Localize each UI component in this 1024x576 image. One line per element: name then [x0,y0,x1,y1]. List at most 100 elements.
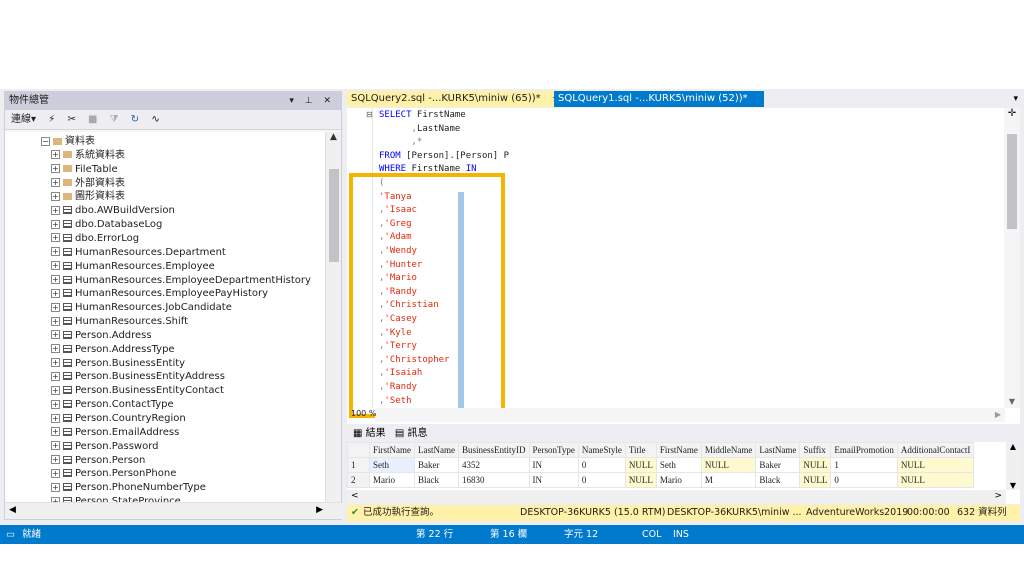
tree-node[interactable]: + Person.BusinessEntityAddress [51,370,225,384]
scroll-right-icon[interactable]: ▶ [995,410,1001,419]
grid-cell[interactable]: 1 [830,457,898,473]
column-header[interactable]: EmailPromotion [830,442,898,458]
scroll-down-icon[interactable]: ▼ [1006,481,1020,490]
expand-icon[interactable]: + [51,150,60,160]
expand-icon[interactable]: + [51,164,60,174]
scroll-right-icon[interactable]: > [994,491,1002,501]
expand-icon[interactable]: + [51,330,60,340]
grid-cell[interactable]: Mario [655,472,702,488]
collapse-icon[interactable]: − [41,136,50,146]
tab-sqlquery1[interactable]: SQLQuery1.sql -...KURK5\miniw (52))* [554,91,764,107]
tree-node[interactable]: + HumanResources.Department [51,246,226,260]
grid-cell[interactable]: Black [755,472,801,488]
column-header[interactable]: AdditionalContactI [896,442,975,458]
grid-cell[interactable]: NULL [799,472,832,488]
column-header[interactable]: BusinessEntityID [457,442,530,458]
tree-node[interactable]: + dbo.AWBuildVersion [51,204,175,218]
tree-node[interactable]: + Person.AddressType [51,343,175,357]
table-row[interactable]: 1 Seth Baker 4352 IN 0 NULL Seth NULL Baker NULL 1 N… [347,457,975,473]
expand-icon[interactable]: + [51,371,60,381]
stop-icon[interactable]: ■ [88,114,97,125]
scroll-up-icon[interactable]: ▲ [1006,442,1020,451]
tree-node[interactable]: + HumanResources.Employee [51,260,215,274]
expand-icon[interactable]: + [51,358,60,368]
expand-icon[interactable]: + [51,247,60,257]
expand-icon[interactable]: + [51,219,60,229]
grid-vertical-scrollbar[interactable]: ▲ ▼ [1006,442,1020,490]
expand-icon[interactable]: + [51,413,60,423]
column-header[interactable]: Suffix [799,442,832,458]
scroll-down-icon[interactable]: ▼ [1004,397,1020,406]
scroll-thumb[interactable] [329,169,339,262]
tree-node[interactable]: + dbo.ErrorLog [51,232,139,246]
code-line[interactable]: FROM [Person].[Person] P [379,150,509,164]
expand-icon[interactable]: + [51,455,60,465]
grid-cell[interactable]: Mario [369,472,415,488]
grid-cell[interactable]: Seth [655,457,702,473]
scroll-thumb[interactable] [1007,134,1017,229]
tree-node[interactable]: + HumanResources.JobCandidate [51,301,232,315]
grid-cell[interactable]: NULL [624,472,657,488]
grid-cell[interactable]: NULL [896,472,975,488]
column-header[interactable]: LastName [414,442,459,458]
grid-cell[interactable]: M [700,472,757,488]
zoom-level[interactable]: 100 % [351,409,376,418]
results-grid[interactable]: FirstName LastName BusinessEntityID PersonT… [347,442,1020,504]
object-explorer-horizontal-scrollbar[interactable]: ◀ ▶ [5,502,343,519]
expand-icon[interactable]: + [51,302,60,312]
scroll-left-icon[interactable]: ◀ [9,505,16,515]
tree-node[interactable]: + HumanResources.EmployeeDepartmentHistor… [51,274,311,288]
column-header[interactable]: LastName [755,442,801,458]
code-line[interactable]: SELECT FirstName [379,109,466,123]
tree-node[interactable]: + Person.BusinessEntityContact [51,384,224,398]
refresh-icon[interactable]: ↻ [131,114,139,125]
expand-icon[interactable]: + [51,288,60,298]
expand-icon[interactable]: + [51,468,60,478]
row-number[interactable]: 1 [347,457,370,473]
tree-node[interactable]: + Person.CountryRegion [51,412,186,426]
column-header[interactable]: Title [624,442,657,458]
expand-icon[interactable]: + [51,344,60,354]
tab-overflow-icon[interactable]: ▾ [1013,91,1018,107]
column-header[interactable]: FirstName [655,442,702,458]
tree-node[interactable]: + 圖形資料表 [51,190,125,204]
activity-icon[interactable]: ∿ [151,114,159,125]
grid-cell[interactable]: Black [414,472,459,488]
grid-cell[interactable]: 16830 [457,472,530,488]
column-header[interactable]: FirstName [369,442,415,458]
filter-icon[interactable]: ⧩ [110,114,119,125]
expand-icon[interactable]: + [51,261,60,271]
tree-node[interactable]: + HumanResources.Shift [51,315,188,329]
expand-icon[interactable]: + [51,482,60,492]
expand-icon[interactable]: + [51,385,60,395]
grid-cell[interactable]: IN [528,472,579,488]
expand-icon[interactable]: + [51,191,60,201]
grid-cell[interactable]: 0 [577,457,626,473]
row-number[interactable]: 2 [347,472,370,488]
tree-node[interactable]: + Person.Person [51,454,145,468]
output-icon[interactable]: ▭ [6,525,15,544]
expand-icon[interactable]: + [51,233,60,243]
code-line[interactable]: ,* [379,136,423,150]
fold-icon[interactable]: ⊟ [366,110,373,119]
editor-horizontal-scrollbar[interactable]: ▶ [375,408,1005,422]
column-header[interactable] [347,442,370,458]
table-row[interactable]: 2 Mario Black 16830 IN 0 NULL Mario M Black NULL 0 N… [347,472,975,488]
scroll-left-icon[interactable]: < [351,491,359,501]
grid-cell[interactable]: 4352 [457,457,530,473]
scroll-up-icon[interactable]: ▲ [326,132,341,142]
grid-cell[interactable]: NULL [700,457,757,473]
plug-icon[interactable]: ⚡ [48,114,55,125]
expand-icon[interactable]: + [51,441,60,451]
grid-cell[interactable]: 0 [577,472,626,488]
column-header[interactable]: PersonType [528,442,579,458]
split-icon[interactable]: ✛ [1004,108,1020,119]
grid-cell[interactable]: NULL [896,457,975,473]
grid-cell[interactable]: 0 [830,472,898,488]
tree-node[interactable]: + Person.EmailAddress [51,426,179,440]
expand-icon[interactable]: + [51,178,60,188]
tree-node[interactable]: + Person.Password [51,440,159,454]
grid-cell[interactable]: IN [528,457,579,473]
grid-cell[interactable]: Baker [755,457,801,473]
tree-node[interactable]: + FileTable [51,163,118,177]
